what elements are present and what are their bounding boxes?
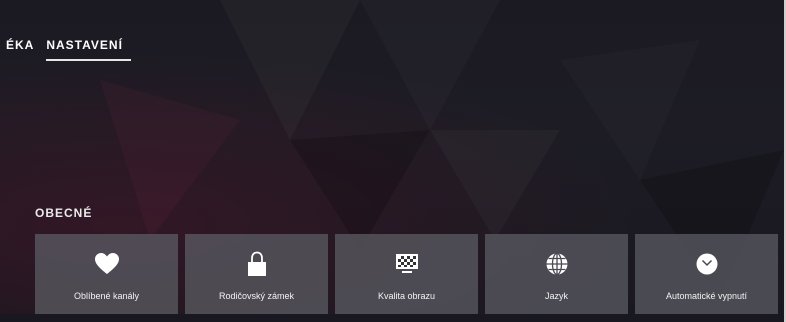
settings-screen: ÉKA NASTAVENÍ OBECNÉ Oblíbené kanály Rod… [0,0,784,322]
top-tabs: ÉKA NASTAVENÍ [6,38,131,61]
tile-label: Rodičovský zámek [218,291,295,301]
section-title-general: OBECNÉ [35,206,93,220]
tile-favorite-channels[interactable]: Oblíbené kanály [35,234,178,314]
tile-picture-quality[interactable]: Kvalita obrazu [335,234,478,314]
lock-icon [244,251,270,277]
tile-label: Oblíbené kanály [73,291,140,301]
tile-language[interactable]: Jazyk [485,234,628,314]
bottom-edge [0,314,784,322]
tab-settings[interactable]: NASTAVENÍ [46,38,131,61]
tile-label: Automatické vypnutí [665,291,748,301]
heart-icon [94,251,120,277]
globe-icon [544,251,570,277]
tile-parental-lock[interactable]: Rodičovský zámek [185,234,328,314]
settings-tiles: Oblíbené kanály Rodičovský zámek Kvalita… [35,234,784,314]
picture-quality-icon [394,251,420,277]
tile-label: Kvalita obrazu [377,291,436,301]
tile-auto-off[interactable]: Automatické vypnutí [635,234,778,314]
clock-icon [694,251,720,277]
tile-label: Jazyk [544,291,568,301]
tab-library[interactable]: ÉKA [6,38,34,61]
